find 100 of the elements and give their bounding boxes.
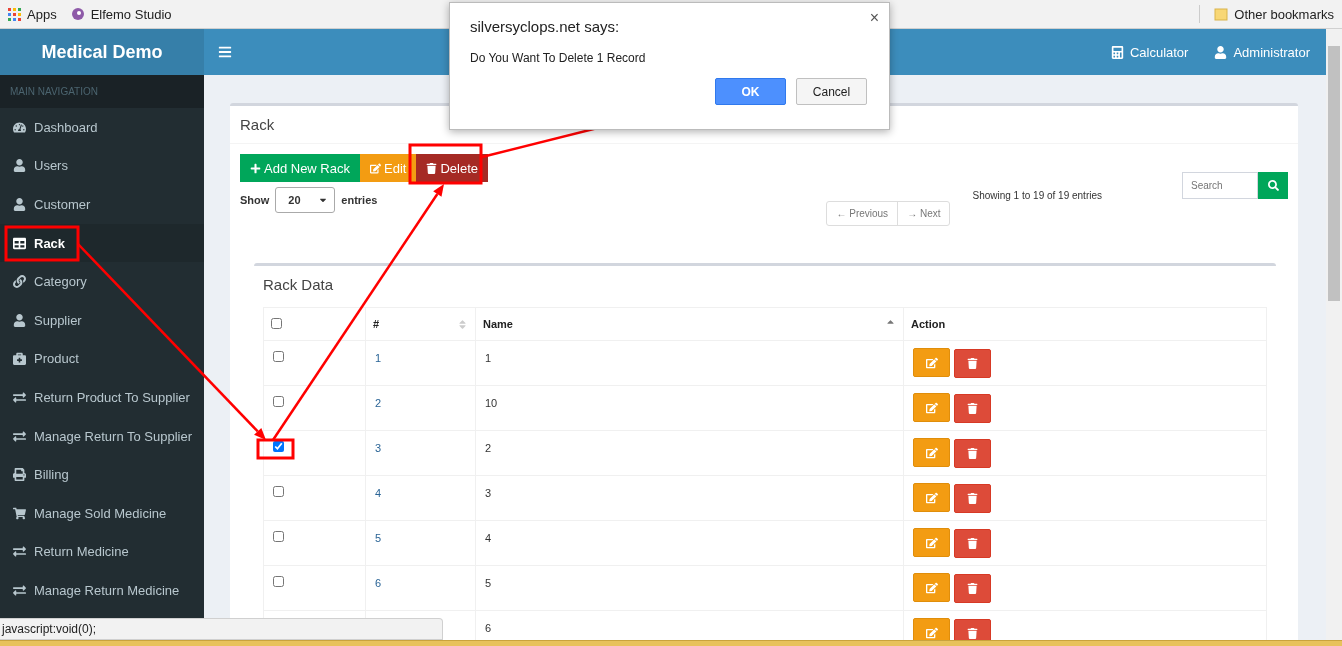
row-checkbox[interactable] xyxy=(273,576,284,587)
close-button[interactable]: × xyxy=(869,9,879,27)
table-cell: 3 xyxy=(375,442,382,454)
search-button[interactable] xyxy=(1258,172,1288,199)
site-logo-icon xyxy=(70,7,85,21)
exchange-icon xyxy=(13,429,26,443)
folder-icon xyxy=(1214,7,1229,21)
edit-icon xyxy=(925,626,938,639)
trash-icon xyxy=(967,582,978,594)
status-url-tooltip: javascript:void(0); xyxy=(0,618,443,640)
sidebar-item[interactable]: Manage Return Medicine xyxy=(0,571,204,610)
select-all-checkbox[interactable] xyxy=(271,317,282,329)
edit-row-button[interactable] xyxy=(913,348,950,377)
delete-row-button[interactable] xyxy=(954,573,991,603)
column-header[interactable]: Action xyxy=(911,318,946,330)
scrollbar-thumb[interactable] xyxy=(1328,46,1340,301)
edit-icon xyxy=(925,446,938,459)
exchange-icon xyxy=(13,545,26,559)
dashboard-icon xyxy=(13,120,26,134)
delete-button[interactable]: Delete xyxy=(416,154,488,182)
scrollbar[interactable] xyxy=(1326,29,1342,640)
trash-icon xyxy=(967,402,978,414)
show-label: Show xyxy=(240,194,270,206)
exchange-icon xyxy=(13,583,26,597)
cart-icon xyxy=(13,506,26,520)
sidebar-item[interactable]: Rack xyxy=(0,223,204,263)
column-header[interactable]: # xyxy=(373,318,380,330)
sidebar-item[interactable]: Manage Sold Medicine xyxy=(0,493,204,533)
edit-icon xyxy=(925,491,938,504)
edit-icon xyxy=(370,162,381,174)
trash-icon xyxy=(967,537,978,549)
edit-row-button[interactable] xyxy=(913,483,950,512)
bookmark-link[interactable]: Apps xyxy=(8,6,57,22)
header-link[interactable]: Administrator xyxy=(1214,44,1310,60)
sidebar-item[interactable]: Users xyxy=(0,146,204,186)
delete-row-button[interactable] xyxy=(954,438,991,468)
entries-label: entries xyxy=(341,194,378,206)
edit-icon xyxy=(925,581,938,594)
sidebar-item[interactable]: Product xyxy=(0,339,204,379)
table-cell: 5 xyxy=(375,532,382,544)
table-cell: 1 xyxy=(375,352,382,364)
plus-icon xyxy=(250,162,261,174)
delete-row-button[interactable] xyxy=(954,348,991,378)
table-cell: 5 xyxy=(485,577,492,589)
delete-row-button[interactable] xyxy=(954,393,991,423)
edit-row-button[interactable] xyxy=(913,393,950,422)
menu-icon[interactable] xyxy=(218,45,232,59)
table-title: Rack Data xyxy=(263,275,335,295)
edit-row-button[interactable] xyxy=(913,528,950,557)
edit-icon xyxy=(925,536,938,549)
table-cell: 2 xyxy=(375,397,382,409)
table-icon xyxy=(13,236,26,250)
calculator-icon xyxy=(1110,45,1124,59)
user-icon xyxy=(1214,45,1228,59)
cancel-button[interactable]: Cancel xyxy=(796,78,867,105)
other-bookmarks-link[interactable]: Other bookmarks xyxy=(1214,6,1334,22)
edit-row-button[interactable] xyxy=(913,618,950,640)
bookmark-link[interactable]: Elfemo Studio xyxy=(70,6,172,22)
trash-icon xyxy=(967,627,978,639)
header-link[interactable]: Calculator xyxy=(1110,44,1189,60)
user-icon xyxy=(13,198,26,211)
sidebar-item[interactable]: Return Product To Supplier xyxy=(0,378,204,417)
column-header[interactable]: Name xyxy=(483,318,513,330)
sidebar-item[interactable]: Supplier xyxy=(0,300,204,340)
page-size-select[interactable]: 20 xyxy=(275,187,336,213)
row-checkbox[interactable] xyxy=(273,531,284,542)
delete-row-button[interactable] xyxy=(954,528,991,558)
sort-icon xyxy=(457,318,468,330)
table-cell: 10 xyxy=(485,397,498,409)
edit-row-button[interactable] xyxy=(913,573,950,602)
search-field[interactable]: Search xyxy=(1182,172,1258,199)
edit-row-button[interactable] xyxy=(913,438,950,467)
medical-kit-icon xyxy=(13,352,26,366)
sidebar-heading: MAIN NAVIGATION xyxy=(0,75,204,108)
trash-icon xyxy=(967,492,978,504)
sidebar-item[interactable]: Dashboard xyxy=(0,108,204,147)
row-checkbox[interactable] xyxy=(273,396,284,407)
link-icon xyxy=(13,275,26,289)
sidebar-item[interactable]: Category xyxy=(0,262,204,301)
trash-icon xyxy=(967,357,978,369)
row-checkbox[interactable] xyxy=(273,486,284,497)
sidebar-item[interactable]: Customer xyxy=(0,185,204,224)
row-checkbox[interactable] xyxy=(273,441,284,452)
delete-row-button[interactable] xyxy=(954,483,991,513)
sidebar-item[interactable]: Return Medicine xyxy=(0,532,204,572)
search-icon xyxy=(1267,180,1279,191)
edit-icon xyxy=(925,401,938,414)
table-cell: 4 xyxy=(375,487,382,499)
delete-row-button[interactable] xyxy=(954,618,991,640)
table-cell: 4 xyxy=(485,532,492,544)
table-cell: 6 xyxy=(375,577,382,589)
table-cell: 6 xyxy=(485,622,492,634)
printer-icon xyxy=(13,468,26,482)
sidebar-item[interactable]: Billing xyxy=(0,455,204,494)
pagination-link[interactable]: → Next xyxy=(897,202,950,225)
pagination-link[interactable]: ← Previous xyxy=(827,202,898,225)
dialog-message: Do You Want To Delete 1 Record xyxy=(470,51,647,65)
sidebar-item[interactable]: Manage Return To Supplier xyxy=(0,416,204,456)
row-checkbox[interactable] xyxy=(273,351,284,362)
exchange-icon xyxy=(13,390,26,404)
